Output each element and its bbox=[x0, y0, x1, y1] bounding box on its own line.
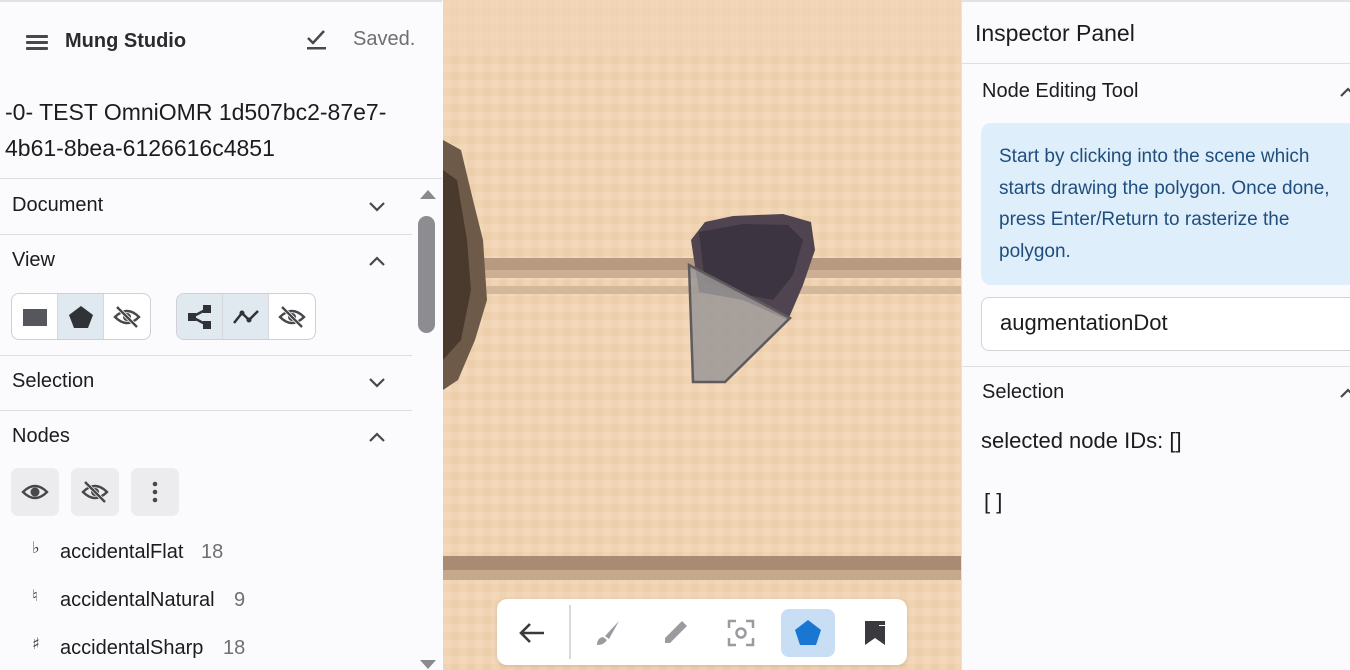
node-class-name: accidentalNatural bbox=[60, 589, 215, 611]
eye-off-icon bbox=[81, 480, 109, 504]
scrollbar-thumb[interactable] bbox=[418, 216, 435, 333]
sidebar-scrollbar[interactable] bbox=[414, 182, 440, 670]
chevron-up-icon bbox=[369, 256, 385, 266]
check-icon bbox=[307, 30, 326, 50]
brush-icon bbox=[597, 621, 619, 645]
node-class-count: 9 bbox=[234, 589, 246, 611]
section-selection[interactable]: Selection bbox=[0, 355, 412, 410]
focus-select-tool-button[interactable] bbox=[714, 609, 768, 657]
selection-section-title[interactable]: Selection bbox=[982, 381, 1064, 404]
more-vert-icon bbox=[152, 481, 158, 503]
section-view[interactable]: View bbox=[0, 234, 412, 289]
node-display-toggle-group bbox=[11, 293, 151, 340]
section-document[interactable]: Document bbox=[0, 179, 412, 234]
menu-icon[interactable] bbox=[24, 30, 52, 54]
chevron-up-icon[interactable] bbox=[1337, 385, 1350, 401]
polygon-mode-button[interactable] bbox=[58, 294, 104, 339]
scroll-down-arrow-icon[interactable] bbox=[420, 660, 436, 669]
node-class-field[interactable]: augmentationDot bbox=[981, 297, 1350, 351]
bookmark-tool-button[interactable] bbox=[848, 609, 902, 657]
section-nodes[interactable]: Nodes bbox=[0, 410, 412, 465]
selected-node-array: [ ] bbox=[984, 489, 1003, 514]
chevron-up-icon[interactable] bbox=[1337, 84, 1350, 100]
eye-off-icon bbox=[113, 305, 141, 328]
hide-all-nodes-button[interactable] bbox=[71, 468, 119, 516]
node-class-count: 18 bbox=[201, 541, 224, 563]
node-class-item[interactable]: ♭ accidentalFlat 18 bbox=[30, 536, 410, 566]
divider bbox=[962, 63, 1350, 64]
chevron-down-icon bbox=[369, 202, 385, 212]
eye-off-icon bbox=[278, 305, 306, 328]
section-label: View bbox=[12, 249, 55, 271]
toolbar-separator bbox=[569, 605, 571, 659]
node-class-item[interactable]: ♯ accidentalSharp 18 bbox=[30, 632, 410, 662]
polygon-tool-button[interactable] bbox=[781, 609, 835, 657]
polyline-button[interactable] bbox=[223, 294, 269, 339]
focus-select-icon bbox=[727, 619, 755, 647]
eraser-tool-button[interactable] bbox=[648, 609, 702, 657]
node-class-item[interactable]: ♮ accidentalNatural 9 bbox=[30, 584, 410, 614]
inspector-title: Inspector Panel bbox=[975, 20, 1135, 46]
tool-bar bbox=[497, 599, 907, 665]
section-label: Nodes bbox=[12, 425, 70, 447]
link-display-toggle-group bbox=[176, 293, 316, 340]
back-arrow-icon bbox=[519, 623, 544, 643]
node-class-name: accidentalSharp bbox=[60, 637, 204, 659]
polyline-icon bbox=[232, 309, 259, 324]
brush-tool-button[interactable] bbox=[581, 609, 635, 657]
back-button[interactable] bbox=[505, 609, 559, 657]
graph-links-icon bbox=[187, 304, 211, 329]
hide-links-button[interactable] bbox=[269, 294, 315, 339]
chevron-down-icon bbox=[369, 378, 385, 388]
top-bar: Mung Studio Saved. bbox=[0, 2, 442, 80]
score-image bbox=[443, 0, 961, 670]
scroll-up-arrow-icon[interactable] bbox=[420, 190, 436, 199]
rectangle-mode-button[interactable] bbox=[12, 294, 58, 339]
eye-icon bbox=[21, 484, 49, 500]
eraser-icon bbox=[665, 621, 687, 643]
section-label: Selection bbox=[12, 370, 95, 392]
node-class-name: accidentalFlat bbox=[60, 541, 184, 563]
tool-instructions: Start by clicking into the scene which s… bbox=[981, 123, 1350, 285]
chevron-up-icon bbox=[369, 432, 385, 442]
save-status: Saved. bbox=[353, 28, 416, 50]
selected-node-ids: selected node IDs: [] bbox=[981, 428, 1182, 453]
scene-canvas[interactable] bbox=[443, 0, 961, 670]
section-label: Document bbox=[12, 194, 104, 216]
natural-icon: ♮ bbox=[32, 586, 38, 605]
flat-icon: ♭ bbox=[32, 538, 40, 557]
node-class-count: 18 bbox=[223, 637, 246, 659]
node-tool-section-title[interactable]: Node Editing Tool bbox=[982, 80, 1138, 103]
polygon-tool-icon bbox=[795, 620, 821, 645]
nodes-more-button[interactable] bbox=[131, 468, 179, 516]
hide-nodes-button[interactable] bbox=[104, 294, 150, 339]
inspector-panel: Inspector Panel Node Editing Tool Start … bbox=[961, 0, 1350, 670]
app-title: Mung Studio bbox=[65, 30, 187, 52]
show-all-nodes-button[interactable] bbox=[11, 468, 59, 516]
graph-links-button[interactable] bbox=[177, 294, 223, 339]
sharp-icon: ♯ bbox=[32, 634, 40, 653]
polygon-icon bbox=[68, 305, 93, 328]
document-title: -0- TEST OmniOMR 1d507bc2-87e7-4b61-8bea… bbox=[5, 99, 387, 161]
mung-studio-app: Mung Studio Saved. -0- TEST OmniOMR 1d50… bbox=[0, 0, 1350, 670]
rectangle-icon bbox=[22, 308, 47, 326]
bookmark-flag-icon bbox=[865, 621, 885, 645]
left-sidebar: Mung Studio Saved. -0- TEST OmniOMR 1d50… bbox=[0, 0, 442, 670]
divider bbox=[962, 366, 1350, 367]
